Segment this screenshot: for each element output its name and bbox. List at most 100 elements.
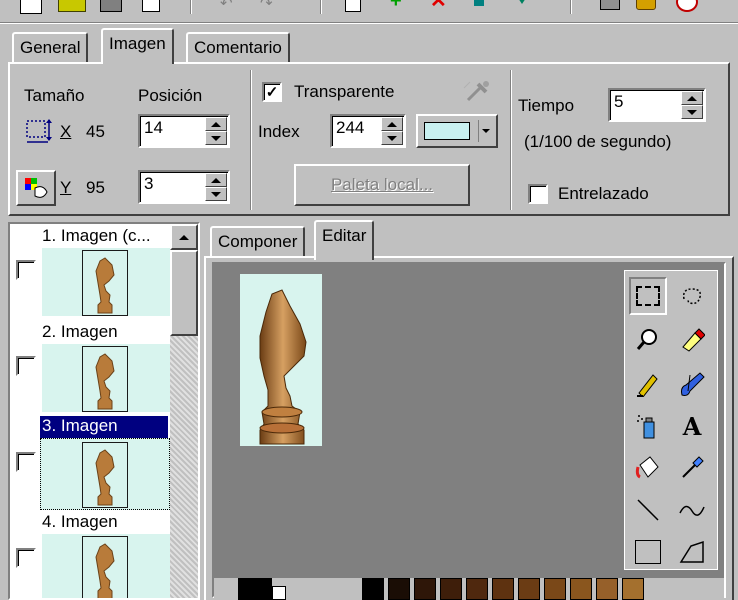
- tab-imagen[interactable]: Imagen: [101, 28, 174, 64]
- position-x-spinner[interactable]: 14: [138, 114, 230, 148]
- frame-checkbox[interactable]: [16, 452, 36, 472]
- list-item-selected[interactable]: 3. Imagen: [10, 416, 170, 512]
- eyedropper-icon[interactable]: [673, 449, 711, 487]
- move-down-icon[interactable]: [514, 0, 530, 4]
- spray-icon[interactable]: [629, 407, 667, 445]
- group-divider: [510, 70, 512, 210]
- canvas-area[interactable]: A: [212, 262, 726, 600]
- palette-color[interactable]: [570, 578, 592, 600]
- list-item[interactable]: 1. Imagen (c...: [10, 224, 170, 320]
- palette-color[interactable]: [596, 578, 618, 600]
- palette-color[interactable]: [518, 578, 540, 600]
- frame-thumbnail: [82, 536, 128, 598]
- tab-componer[interactable]: Componer: [210, 226, 306, 258]
- frame-list[interactable]: 1. Imagen (c... 2. Imagen 3. Imagen 4. I…: [8, 222, 200, 600]
- index-label: Index: [258, 122, 300, 141]
- interlaced-label[interactable]: Entrelazado: [558, 184, 649, 204]
- frame-label: 2. Imagen: [42, 322, 118, 341]
- move-up-icon[interactable]: [474, 0, 484, 6]
- save-icon[interactable]: [100, 0, 122, 12]
- time-down-button[interactable]: [681, 105, 703, 119]
- rectangle-icon[interactable]: [629, 533, 667, 571]
- tab-general[interactable]: General: [12, 32, 89, 62]
- rect-select-icon[interactable]: [629, 277, 667, 315]
- eyedropper-icon[interactable]: [462, 78, 492, 104]
- time-spinner[interactable]: 5: [608, 88, 706, 122]
- frame-checkbox[interactable]: [16, 356, 36, 376]
- frame-checkbox[interactable]: [16, 548, 36, 568]
- eraser-icon[interactable]: [673, 321, 711, 359]
- properties-panel: Tamaño Posición X 45 14 Y 95 3 ✓ Transpa…: [8, 62, 730, 216]
- index-spinner[interactable]: 244: [330, 114, 406, 148]
- zoom-icon[interactable]: [629, 321, 667, 359]
- transparency-group: ✓ Transparente Index 244 Paleta local...: [254, 64, 510, 214]
- copy-icon[interactable]: [142, 0, 160, 12]
- toolbar: ↶ ↷ + ✕: [0, 0, 738, 24]
- transparent-checkbox[interactable]: ✓: [262, 82, 282, 102]
- fill-icon[interactable]: [629, 449, 667, 487]
- index-up-button[interactable]: [381, 117, 403, 131]
- wizard-icon[interactable]: [636, 0, 656, 10]
- position-y-spinner[interactable]: 3: [138, 170, 230, 204]
- tab-comentario[interactable]: Comentario: [186, 32, 290, 62]
- local-palette-button[interactable]: Paleta local...: [294, 164, 470, 206]
- preview-icon[interactable]: [600, 0, 620, 10]
- palette-icon: [25, 178, 48, 198]
- position-y-down-button[interactable]: [205, 187, 227, 201]
- add-frame-icon[interactable]: +: [390, 0, 408, 11]
- palette-color[interactable]: [544, 578, 566, 600]
- palette-color[interactable]: [362, 578, 384, 600]
- palette-color[interactable]: [492, 578, 514, 600]
- secondary-color-swatch[interactable]: [272, 586, 286, 600]
- position-x-up-button[interactable]: [205, 117, 227, 131]
- scroll-up-button[interactable]: [170, 224, 198, 250]
- palette-color[interactable]: [440, 578, 462, 600]
- palette-color[interactable]: [466, 578, 488, 600]
- polygon-icon[interactable]: [673, 533, 711, 571]
- chess-knight-icon: [95, 449, 115, 506]
- clock-icon[interactable]: [676, 0, 698, 12]
- frame-list-scrollbar[interactable]: [170, 224, 198, 598]
- text-icon[interactable]: A: [673, 407, 711, 445]
- toolbar-separator: [190, 0, 192, 14]
- height-value: 95: [86, 178, 105, 197]
- new-frame-icon[interactable]: [345, 0, 361, 12]
- time-value: 5: [614, 92, 624, 111]
- frame-image-canvas[interactable]: [240, 274, 322, 446]
- scroll-thumb[interactable]: [170, 250, 198, 336]
- brush-icon[interactable]: [673, 365, 711, 403]
- tab-editar[interactable]: Editar: [314, 220, 375, 260]
- list-item[interactable]: 4. Imagen: [10, 512, 170, 598]
- list-item[interactable]: 2. Imagen: [10, 320, 170, 416]
- frame-label: 4. Imagen: [42, 512, 118, 531]
- interlaced-checkbox[interactable]: [528, 184, 548, 204]
- open-folder-icon[interactable]: [58, 0, 86, 12]
- lasso-select-icon[interactable]: [673, 277, 711, 315]
- time-up-button[interactable]: [681, 91, 703, 105]
- frame-thumbnail: [82, 250, 128, 316]
- chess-knight-icon: [95, 257, 115, 314]
- palette-picker-button[interactable]: [16, 170, 56, 206]
- pencil-icon[interactable]: [629, 365, 667, 403]
- primary-color-swatch[interactable]: [238, 578, 272, 600]
- transparent-color-swatch: [424, 122, 470, 140]
- frame-label: 3. Imagen: [40, 416, 168, 438]
- timing-group: Tiempo 5 (1/100 de segundo) Entrelazado: [514, 64, 728, 214]
- tool-palette: A: [624, 270, 718, 570]
- transparent-label[interactable]: Transparente: [294, 82, 394, 102]
- index-down-button[interactable]: [381, 131, 403, 145]
- delete-frame-icon[interactable]: ✕: [430, 0, 448, 11]
- frame-checkbox[interactable]: [16, 260, 36, 280]
- palette-color[interactable]: [388, 578, 410, 600]
- frame-thumbnail: [82, 346, 128, 412]
- new-file-icon[interactable]: [20, 0, 42, 14]
- line-icon[interactable]: [629, 491, 667, 529]
- palette-color[interactable]: [414, 578, 436, 600]
- undo-icon[interactable]: ↶: [220, 0, 242, 12]
- position-x-down-button[interactable]: [205, 131, 227, 145]
- palette-color[interactable]: [622, 578, 644, 600]
- curve-icon[interactable]: [673, 491, 711, 529]
- redo-icon[interactable]: ↷: [260, 0, 282, 12]
- position-y-up-button[interactable]: [205, 173, 227, 187]
- color-dropdown[interactable]: [416, 114, 498, 148]
